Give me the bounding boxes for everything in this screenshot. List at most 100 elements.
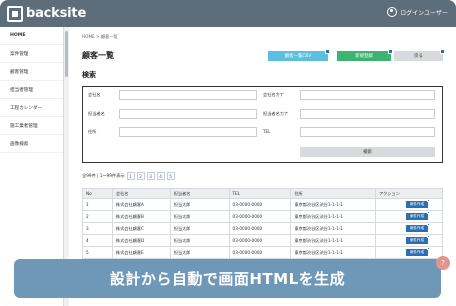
- company-kana-input[interactable]: [300, 90, 435, 100]
- back-button[interactable]: 戻る: [394, 49, 445, 61]
- top-header: backsite ログインユーザー: [0, 0, 456, 27]
- contact-kana-input[interactable]: [300, 109, 435, 119]
- create-project-button[interactable]: 案件作成: [406, 211, 430, 220]
- sidebar-item-customers[interactable]: 顧客管理: [0, 63, 63, 81]
- table-row: 2 株式会社顧客B 担当太郎 03-0000-0000 東京都渋谷区渋谷1-1-…: [82, 210, 443, 223]
- sidebar-item-contacts[interactable]: 担当者管理: [0, 81, 63, 99]
- sidebar-item-calendar[interactable]: 工程カレンダー: [0, 99, 63, 117]
- breadcrumb[interactable]: HOME > 顧客一覧: [82, 34, 118, 40]
- cell-action: 案件作成: [375, 210, 443, 223]
- page-1[interactable]: 1: [126, 172, 135, 180]
- cell-address: 東京都渋谷区渋谷1-1-1-1: [290, 234, 377, 247]
- cell-company: 株式会社顧客C: [111, 222, 171, 235]
- sidebar-item-contractors[interactable]: 施工業者管理: [0, 117, 63, 135]
- create-project-button[interactable]: 案件作成: [406, 247, 430, 256]
- corner-marker-icon: [388, 49, 393, 54]
- sidebar-item-image-search[interactable]: 画像検索: [0, 135, 63, 153]
- logo-text: backsite: [26, 6, 87, 21]
- page-4[interactable]: 4: [156, 172, 165, 180]
- logo[interactable]: backsite: [7, 5, 87, 22]
- new-button[interactable]: 新規登録: [337, 49, 393, 61]
- search-title: 検索: [82, 71, 96, 79]
- search-panel: 会社名 会社名カナ 担当者名 担当者名カナ 住所 TEL 検索: [82, 86, 443, 163]
- corner-marker-icon: [427, 247, 430, 250]
- cell-no: 2: [82, 210, 113, 223]
- cell-contact: 担当太郎: [169, 198, 230, 211]
- cell-company: 株式会社顧客B: [111, 210, 171, 223]
- page-3[interactable]: 3: [146, 172, 155, 180]
- cell-no: 4: [82, 234, 113, 247]
- cell-tel: 03-0000-0000: [228, 246, 292, 259]
- result-summary: 全99件 | 1〜99件表示: [82, 173, 125, 178]
- cell-address: 東京都渋谷区渋谷1-1-1-1: [290, 198, 377, 211]
- contact-label: 担当者名: [88, 111, 105, 116]
- scroll-thumb[interactable]: [65, 31, 68, 77]
- cell-address: 東京都渋谷区渋谷1-1-1-1: [290, 222, 377, 235]
- cell-action: 案件作成: [375, 222, 443, 235]
- create-project-button[interactable]: 案件作成: [406, 223, 430, 232]
- cell-address: 東京都渋谷区渋谷1-1-1-1: [290, 210, 377, 223]
- logo-icon: [7, 5, 23, 22]
- cell-company: 株式会社顧客D: [111, 234, 171, 247]
- contact-kana-label: 担当者名カナ: [263, 111, 289, 116]
- csv-button[interactable]: 顧客一覧CSV: [268, 49, 330, 61]
- cell-tel: 03-0000-0000: [228, 234, 292, 247]
- col-action: アクション: [375, 188, 443, 199]
- col-company: 会社名: [111, 188, 171, 199]
- search-button[interactable]: 検索: [300, 147, 435, 157]
- caption-banner: 設計から自動で画面HTMLを生成: [14, 259, 441, 298]
- table-row: 3 株式会社顧客C 担当太郎 03-0000-0000 東京都渋谷区渋谷1-1-…: [82, 222, 443, 235]
- page-5[interactable]: 5: [166, 172, 175, 180]
- corner-marker-icon: [427, 223, 430, 226]
- help-icon[interactable]: ?: [436, 256, 450, 270]
- sidebar-item-home[interactable]: HOME: [0, 27, 63, 45]
- col-contact: 担当者名: [169, 188, 230, 199]
- cell-contact: 担当太郎: [169, 234, 230, 247]
- cell-action: 案件作成: [375, 246, 443, 259]
- pagination: 全99件 | 1〜99件表示 1 2 3 4 5: [82, 172, 175, 180]
- cell-contact: 担当太郎: [169, 222, 230, 235]
- table-header-row: No 会社名 担当者名 TEL 住所 アクション: [82, 188, 443, 199]
- address-label: 住所: [88, 129, 97, 134]
- col-address: 住所: [290, 188, 377, 199]
- create-project-button[interactable]: 案件作成: [406, 199, 430, 208]
- tel-input[interactable]: [300, 127, 435, 137]
- app-frame: backsite ログインユーザー HOME 案件管理 顧客管理 担当者管理 工…: [0, 0, 456, 306]
- create-project-button[interactable]: 案件作成: [406, 235, 430, 244]
- table-row: 1 株式会社顧客A 担当太郎 03-0000-0000 東京都渋谷区渋谷1-1-…: [82, 198, 443, 211]
- col-tel: TEL: [228, 188, 292, 199]
- tel-label: TEL: [263, 129, 271, 134]
- cell-tel: 03-0000-0000: [228, 198, 292, 211]
- cell-address: 東京都渋谷区渋谷1-1-1-1: [290, 246, 377, 259]
- cell-no: 3: [82, 222, 113, 235]
- sidebar-item-projects[interactable]: 案件管理: [0, 45, 63, 63]
- contact-input[interactable]: [119, 109, 257, 119]
- corner-marker-icon: [427, 235, 430, 238]
- corner-marker-icon: [427, 199, 430, 202]
- cell-no: 5: [82, 246, 113, 259]
- cell-no: 1: [82, 198, 113, 211]
- corner-marker-icon: [427, 211, 430, 214]
- page-title: 顧客一覧: [82, 51, 114, 60]
- company-label: 会社名: [88, 92, 101, 97]
- cell-tel: 03-0000-0000: [228, 222, 292, 235]
- cell-company: 株式会社顧客A: [111, 198, 171, 211]
- corner-marker-icon: [440, 49, 445, 54]
- table-row: 5 株式会社顧客E 担当太郎 03-0000-0000 東京都渋谷区渋谷1-1-…: [82, 246, 443, 259]
- user-icon: [387, 7, 398, 17]
- user-menu[interactable]: ログインユーザー: [387, 7, 448, 17]
- company-kana-label: 会社名カナ: [263, 92, 284, 97]
- company-input[interactable]: [119, 90, 257, 100]
- address-input[interactable]: [119, 127, 257, 137]
- page-2[interactable]: 2: [136, 172, 145, 180]
- cell-action: 案件作成: [375, 234, 443, 247]
- user-name: ログインユーザー: [400, 9, 448, 17]
- cell-tel: 03-0000-0000: [228, 210, 292, 223]
- corner-marker-icon: [325, 49, 330, 54]
- customer-table: No 会社名 担当者名 TEL 住所 アクション 1 株式会社顧客A 担当太郎 …: [82, 188, 443, 259]
- table-row: 4 株式会社顧客D 担当太郎 03-0000-0000 東京都渋谷区渋谷1-1-…: [82, 234, 443, 247]
- cell-contact: 担当太郎: [169, 246, 230, 259]
- cell-action: 案件作成: [375, 198, 443, 211]
- cell-company: 株式会社顧客E: [111, 246, 171, 259]
- cell-contact: 担当太郎: [169, 210, 230, 223]
